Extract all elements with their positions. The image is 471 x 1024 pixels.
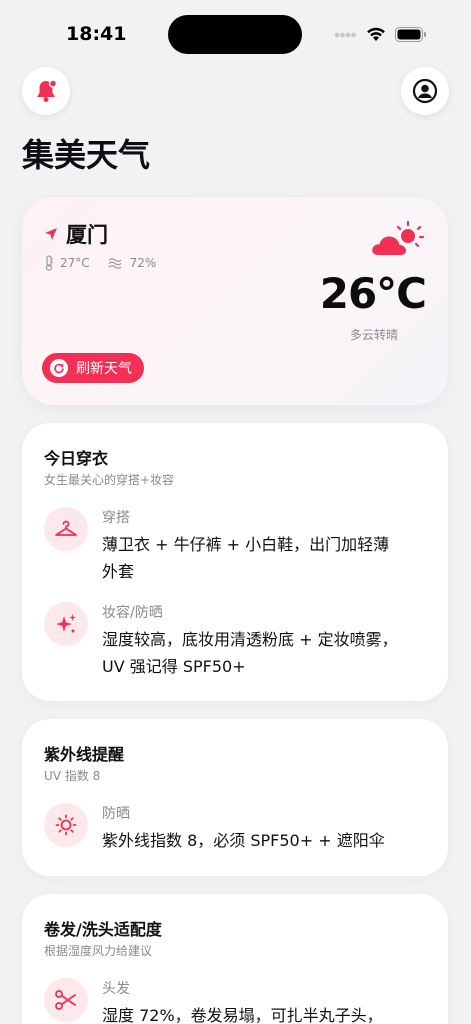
weather-condition: 多云转晴 xyxy=(349,328,398,342)
list-item: 穿搭 薄卫衣 + 牛仔裤 + 小白鞋，出门加轻薄外套 xyxy=(44,507,426,587)
city-name: 厦门 xyxy=(66,223,108,247)
hair-subtitle: 根据湿度风力给建议 xyxy=(44,944,153,958)
partly-cloudy-icon xyxy=(372,220,425,255)
hanger-icon-wrap xyxy=(44,507,88,551)
refresh-icon xyxy=(50,359,68,377)
item-label: 头发 xyxy=(102,981,130,997)
list-item: 头发 湿度 72%，卷发易塌，可扎半丸子头， xyxy=(44,978,426,1024)
item-label: 防晒 xyxy=(102,806,130,822)
item-label: 穿搭 xyxy=(102,510,130,526)
bell-icon xyxy=(37,79,58,102)
thermometer-icon xyxy=(45,255,53,271)
sun-icon xyxy=(55,814,77,836)
outfit-title: 今日穿衣 xyxy=(44,449,109,468)
item-text: 紫外线指数 8，必须 SPF50+ + 遮阳伞 xyxy=(102,831,385,850)
battery-icon xyxy=(395,27,426,42)
list-item: 妆容/防晒 湿度较高，底妆用清透粉底 + 定妆喷雾，UV 强记得 SPF50+ xyxy=(44,602,426,682)
weather-card: 厦门 27°C 72% 26°C 多云转晴 刷新天气 xyxy=(22,197,448,405)
sun-icon-wrap xyxy=(44,803,88,847)
humidity-wind-icon xyxy=(108,258,122,269)
status-bar: 18:41 xyxy=(0,0,471,64)
location-row[interactable]: 厦门 xyxy=(44,219,108,249)
status-time: 18:41 xyxy=(66,23,127,45)
refresh-weather-button[interactable]: 刷新天气 xyxy=(42,353,144,383)
humidity-value: 72% xyxy=(129,256,157,270)
hanger-icon xyxy=(55,520,77,536)
location-arrow-icon xyxy=(45,228,57,240)
refresh-label: 刷新天气 xyxy=(76,361,132,377)
hair-title: 卷发/洗头适配度 xyxy=(44,920,162,939)
outfit-card: 今日穿衣 女生最关心的穿搭+妆容 穿搭 薄卫衣 + 牛仔裤 + 小白鞋，出门加轻… xyxy=(22,423,448,701)
current-temperature: 26°C xyxy=(319,269,427,318)
item-text: 湿度较高，底妆用清透粉底 + 定妆喷雾，UV 强记得 SPF50+ xyxy=(102,630,398,676)
user-icon xyxy=(412,78,438,104)
uv-title: 紫外线提醒 xyxy=(44,745,125,764)
list-item: 防晒 紫外线指数 8，必须 SPF50+ + 遮阳伞 xyxy=(44,803,426,859)
outfit-subtitle: 女生最关心的穿搭+妆容 xyxy=(44,473,175,487)
dynamic-island xyxy=(168,15,302,54)
page-title: 集美天气 xyxy=(22,136,151,174)
cellular-icon xyxy=(334,32,356,38)
profile-button[interactable] xyxy=(401,67,449,115)
item-text: 湿度 72%，卷发易塌，可扎半丸子头， xyxy=(102,1006,383,1024)
item-text: 薄卫衣 + 牛仔裤 + 小白鞋，出门加轻薄外套 xyxy=(102,535,390,581)
uv-subtitle: UV 指数 8 xyxy=(44,769,101,783)
feels-like-temp: 27°C xyxy=(60,256,90,270)
wifi-icon xyxy=(367,27,385,41)
item-label: 妆容/防晒 xyxy=(102,605,163,621)
weather-meta: 27°C 72% xyxy=(44,255,174,271)
sparkle-icon xyxy=(56,614,76,633)
scissors-icon-wrap xyxy=(44,978,88,1022)
notification-button[interactable] xyxy=(22,67,70,115)
hair-card: 卷发/洗头适配度 根据湿度风力给建议 头发 湿度 72%，卷发易塌，可扎半丸子头… xyxy=(22,894,448,1024)
scissors-icon xyxy=(55,990,76,1010)
sparkle-icon-wrap xyxy=(44,602,88,646)
uv-card: 紫外线提醒 UV 指数 8 防晒 紫外线指数 8，必须 SPF50+ + 遮阳伞 xyxy=(22,719,448,876)
